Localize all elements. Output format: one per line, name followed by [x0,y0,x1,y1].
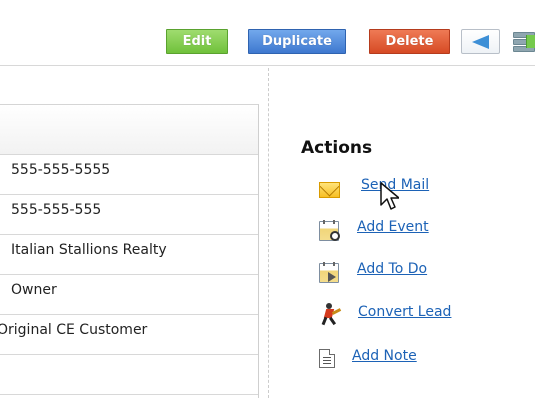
send-mail-link[interactable]: Send Mail [361,177,429,193]
phone-value: 555-555-5555 [11,162,111,178]
add-event-link[interactable]: Add Event [357,219,429,235]
convert-lead-link[interactable]: Convert Lead [358,304,451,320]
add-event-action[interactable]: Add Event [319,219,509,243]
list-view-icon[interactable] [512,31,535,52]
actions-heading: Actions [301,138,373,158]
table-row: Original CE Customer [0,315,258,355]
toolbar-divider [0,65,535,66]
duplicate-button[interactable]: Duplicate [248,29,346,54]
record-toolbar: Edit Duplicate Delete [0,0,535,64]
column-divider [268,68,269,398]
send-mail-action[interactable]: Send Mail [319,177,509,201]
delete-button[interactable]: Delete [369,29,450,54]
details-table-header [0,105,258,155]
company-value: Italian Stallions Realty [11,242,167,258]
phone-value: 555-555-555 [11,202,102,218]
table-row: 555-555-5555 [0,155,258,195]
add-note-link[interactable]: Add Note [352,348,417,364]
previous-record-button[interactable] [461,29,500,54]
source-value: Original CE Customer [0,322,148,338]
table-row: Italian Stallions Realty [0,235,258,275]
table-row: 555-555-555 [0,195,258,235]
table-row: Owner [0,275,258,315]
running-person-icon [319,302,343,326]
mail-icon [319,182,340,198]
add-todo-link[interactable]: Add To Do [357,261,427,277]
convert-lead-action[interactable]: Convert Lead [319,302,509,328]
add-note-action[interactable]: Add Note [319,348,509,372]
record-details-table: 555-555-5555 555-555-555 Italian Stallio… [0,104,259,398]
calendar-event-icon [319,220,340,241]
edit-button[interactable]: Edit [166,29,228,54]
crm-record-page: Edit Duplicate Delete 555-555-5555 555-5… [0,0,535,398]
calendar-todo-icon [319,262,339,283]
table-row [0,355,258,395]
note-icon [319,349,335,368]
title-value: Owner [11,282,57,298]
add-todo-action[interactable]: Add To Do [319,261,509,285]
